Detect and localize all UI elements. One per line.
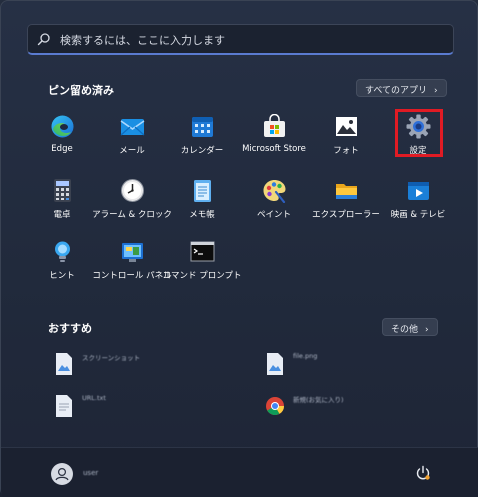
recommended-item-name: スクリーンショット (82, 354, 141, 362)
avatar[interactable] (51, 463, 73, 485)
photos-icon (336, 117, 357, 136)
command-prompt-icon (190, 241, 215, 262)
recommended-item-name: URL.txt (82, 394, 106, 402)
pinned-app-calculator[interactable]: 電卓 (26, 178, 98, 228)
pinned-app-explorer[interactable]: エクスプローラー (310, 178, 382, 228)
all-apps-label: すべてのアプリ (365, 86, 428, 96)
pinned-app-alarm-clock[interactable]: アラーム & クロック (92, 178, 172, 228)
image-file-icon (56, 353, 72, 375)
paint-icon (263, 180, 286, 203)
image-file-icon (267, 353, 283, 375)
pinned-app-edge[interactable]: Edge (26, 114, 98, 164)
search-box[interactable]: 検索するには、ここに入力します (27, 24, 454, 55)
pinned-app-calendar[interactable]: カレンダー (166, 114, 238, 164)
text-file-icon (56, 395, 72, 417)
settings-highlight-box (395, 109, 443, 157)
pinned-app-store[interactable]: Microsoft Store (238, 114, 310, 164)
calculator-icon (54, 179, 71, 202)
calendar-icon (192, 117, 213, 137)
pinned-app-notepad[interactable]: メモ帳 (166, 178, 238, 228)
pinned-app-mail[interactable]: メール (96, 114, 168, 164)
pinned-app-control-panel[interactable]: コントロール パネル (92, 239, 172, 289)
chevron-right-icon: › (434, 86, 438, 96)
power-icon[interactable] (415, 465, 431, 481)
chevron-right-icon: › (425, 325, 429, 335)
more-button[interactable]: その他 › (382, 318, 438, 336)
recommended-item[interactable]: URL.txt (54, 392, 234, 422)
pinned-title: ピン留め済み (48, 84, 114, 97)
recommended-title: おすすめ (48, 322, 92, 335)
search-placeholder: 検索するには、ここに入力します (60, 34, 225, 47)
store-icon (264, 114, 285, 137)
mail-icon (120, 119, 145, 136)
pinned-app-tips[interactable]: ヒント (26, 239, 98, 289)
more-label: その他 (391, 325, 419, 335)
user-icon (51, 463, 73, 485)
movies-tv-icon (408, 182, 429, 200)
tips-icon (55, 241, 70, 262)
control-panel-icon (122, 243, 143, 262)
edge-icon (51, 115, 74, 138)
recommended-item-name: 新規(お気に入り) (293, 396, 344, 404)
notepad-icon (194, 180, 211, 202)
all-apps-button[interactable]: すべてのアプリ › (356, 79, 447, 97)
app-label: 映画 & テレビ (390, 210, 446, 220)
start-footer: user (1, 447, 478, 497)
pinned-app-photos[interactable]: フォト (310, 114, 382, 164)
chrome-icon (266, 397, 284, 416)
recommended-item-name: file.png (293, 352, 318, 360)
app-label: コマンド プロンプト (162, 271, 242, 281)
start-menu: 検索するには、ここに入力します ピン留め済み すべてのアプリ › Edge メール (0, 0, 478, 497)
pinned-app-paint[interactable]: ペイント (238, 178, 310, 228)
alarm-clock-icon (121, 179, 144, 202)
pinned-app-movies-tv[interactable]: 映画 & テレビ (382, 178, 454, 228)
user-name[interactable]: user (83, 469, 98, 477)
recommended-item[interactable]: 新規(お気に入り) (265, 392, 435, 422)
recommended-item[interactable]: file.png (265, 350, 435, 380)
search-icon (37, 33, 50, 46)
pinned-app-command-prompt[interactable]: コマンド プロンプト (163, 239, 241, 289)
folder-icon (336, 184, 357, 199)
recommended-item[interactable]: スクリーンショット (54, 350, 234, 380)
